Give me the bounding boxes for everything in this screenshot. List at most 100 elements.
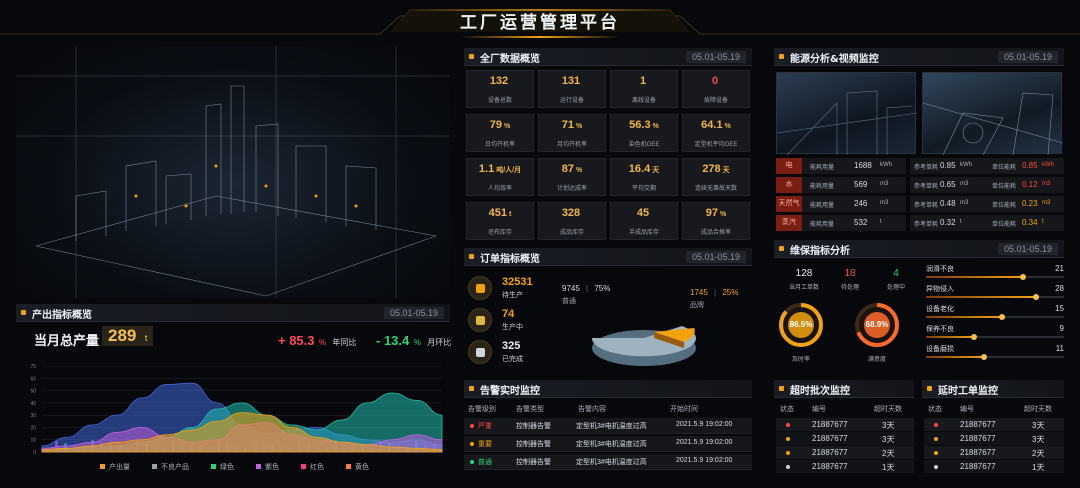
ref-label: 参考单耗 <box>914 203 939 209</box>
overview-panel-header: 全厂数据概览 05.01-05.19 <box>464 48 752 66</box>
overtime-panel-header: 超时批次监控 <box>774 380 914 398</box>
card-value: 1.1 吨/人/月 <box>467 163 533 175</box>
energy-ref-row[interactable]: 参考单耗 0.32 t 单位能耗 0.34 t <box>910 215 1064 231</box>
col-header: 编号 <box>812 406 826 413</box>
overview-card[interactable]: 64.1% 定型机平均OEE <box>682 114 750 152</box>
status-dot <box>786 437 790 441</box>
overview-card[interactable]: 132 设备总数 <box>466 70 534 108</box>
legend-item[interactable]: 黄色 <box>346 462 369 472</box>
table-row[interactable]: 21887677 3天 <box>924 432 1064 445</box>
overview-card[interactable]: 451 t 坯布库存 <box>466 202 534 240</box>
legend-swatch <box>346 464 351 469</box>
unit-label: 单位能耗 <box>992 222 1017 228</box>
yoy-stat: + 85.3 % 年同比 <box>278 332 357 350</box>
overview-card[interactable]: 1 离线设备 <box>610 70 678 108</box>
energy-ref-row[interactable]: 参考单耗 0.48 m3 单位能耗 0.23 m3 <box>910 196 1064 212</box>
output-panel-header: 产出指标概览 05.01-05.19 <box>16 304 450 322</box>
y-tick-label: 60 <box>30 376 36 382</box>
fault-bar-knob <box>1033 294 1040 300</box>
overview-card[interactable]: 16.4 天平均交期 <box>610 158 678 196</box>
order-pie-chart[interactable] <box>584 308 714 368</box>
legend-item[interactable]: 不良产品 <box>152 462 189 472</box>
unit-unit: kWh <box>1042 162 1054 168</box>
energy-ref-row[interactable]: 参考单耗 0.85 kWh 单位能耗 0.85 kWh <box>910 158 1064 174</box>
overview-card[interactable]: 1.1 吨/人/月 人均效率 <box>466 158 534 196</box>
date-range[interactable]: 05.01-05.19 <box>383 307 444 319</box>
fault-label: 设备老化 <box>926 306 954 313</box>
separator: | <box>586 284 589 293</box>
mom-unit: % <box>413 338 421 347</box>
alarm-content: 定型机3#电机温度过高 <box>576 423 647 430</box>
brand-pct: 25% <box>722 288 739 297</box>
fault-count: 28 <box>1055 284 1064 293</box>
card-label: 连续无事故天数 <box>694 186 737 192</box>
overview-card[interactable]: 56.3% 染色机OEE <box>610 114 678 152</box>
energy-unit: t <box>880 219 882 225</box>
card-unit: % <box>504 123 511 130</box>
energy-value: 569 <box>854 180 868 189</box>
card-number: 87 <box>561 163 574 175</box>
overview-card[interactable]: 45 半成品库存 <box>610 202 678 240</box>
card-unit: % <box>576 123 583 130</box>
alarm-level-dot <box>470 460 474 464</box>
date-range[interactable]: 05.01-05.19 <box>685 251 746 263</box>
legend-item[interactable]: 红色 <box>301 462 324 472</box>
legend-item[interactable]: 紫色 <box>256 462 279 472</box>
energy-row[interactable]: 蒸汽 能耗用量 532 t <box>776 215 906 231</box>
overview-card[interactable]: 79% 日均开机率 <box>466 114 534 152</box>
table-row[interactable]: 21887677 1天 <box>924 460 1064 473</box>
panel-title: 能源分析&视频监控 <box>790 54 879 65</box>
table-row[interactable]: 21887677 3天 <box>776 418 914 431</box>
date-range[interactable]: 05.01-05.19 <box>997 51 1058 63</box>
alarm-type: 控制器告警 <box>516 459 551 466</box>
legend-label: 红色 <box>310 464 324 471</box>
overview-card[interactable]: 328 成品库存 <box>538 202 606 240</box>
card-value: 1 <box>611 75 677 87</box>
factory-wireframe-image <box>16 46 450 298</box>
card-number: 451 <box>488 207 507 219</box>
legend-item[interactable]: 绿色 <box>211 462 234 472</box>
table-row[interactable]: 21887677 2天 <box>776 446 914 459</box>
alarm-level-dot <box>470 442 474 446</box>
video-feed-2[interactable] <box>922 72 1064 156</box>
table-row[interactable]: 21887677 3天 <box>924 418 1064 431</box>
energy-row[interactable]: 水 能耗用量 569 m3 <box>776 177 906 193</box>
card-value: 328 <box>539 207 605 219</box>
col-header: 超时天数 <box>1024 406 1052 413</box>
output-area-chart[interactable]: 70 60 50 40 30 20 10 0 <box>16 360 450 460</box>
legend-item[interactable]: 产出量 <box>100 462 130 472</box>
table-row[interactable]: 21887677 3天 <box>776 432 914 445</box>
overview-card[interactable]: 278 天连续无事故天数 <box>682 158 750 196</box>
fault-bar-track <box>926 314 1064 320</box>
date-range[interactable]: 05.01-05.19 <box>997 243 1058 255</box>
overview-card[interactable]: 97% 成品合格率 <box>682 202 750 240</box>
panel-title: 超时批次监控 <box>790 386 850 397</box>
fault-bar-knob <box>980 354 987 360</box>
alarm-row[interactable]: 重要 控制器告警 定型机3#电机温度过高 2021.5.9 19:02:00 <box>464 436 752 452</box>
energy-unit: m3 <box>880 181 889 187</box>
status-dot <box>934 437 938 441</box>
header-dot-icon <box>779 246 784 251</box>
ref-value: 0.48 <box>940 199 956 208</box>
video-feed-1[interactable] <box>776 72 918 156</box>
row-days: 3天 <box>882 421 895 430</box>
row-id: 21887677 <box>960 434 996 443</box>
energy-row[interactable]: 电 能耗用量 1688 kWh <box>776 158 906 174</box>
unit-value: 0.12 <box>1022 180 1038 189</box>
overview-card[interactable]: 0 故障设备 <box>682 70 750 108</box>
overview-card[interactable]: 131 运行设备 <box>538 70 606 108</box>
energy-ref-row[interactable]: 参考单耗 0.65 m3 单位能耗 0.12 m3 <box>910 177 1064 193</box>
fault-bar-track <box>926 294 1064 300</box>
ring-value: 68.9% <box>865 320 889 329</box>
factory-3d-view[interactable] <box>16 46 450 298</box>
card-label: 半成品库存 <box>628 230 659 236</box>
alarm-row[interactable]: 严重 控制器告警 定型机3#电机温度过高 2021.5.9 19:02:00 <box>464 418 752 434</box>
energy-row[interactable]: 天然气 能耗用量 246 m3 <box>776 196 906 212</box>
overview-card[interactable]: 71% 月均开机率 <box>538 114 606 152</box>
table-row[interactable]: 21887677 1天 <box>776 460 914 473</box>
date-range[interactable]: 05.01-05.19 <box>685 51 746 63</box>
table-row[interactable]: 21887677 2天 <box>924 446 1064 459</box>
alarm-row[interactable]: 普通 控制器告警 定型机3#电机温度过高 2021.5.9 19:02:00 <box>464 454 752 470</box>
overview-card[interactable]: 87% 计划达成率 <box>538 158 606 196</box>
card-value: 45 <box>611 207 677 219</box>
